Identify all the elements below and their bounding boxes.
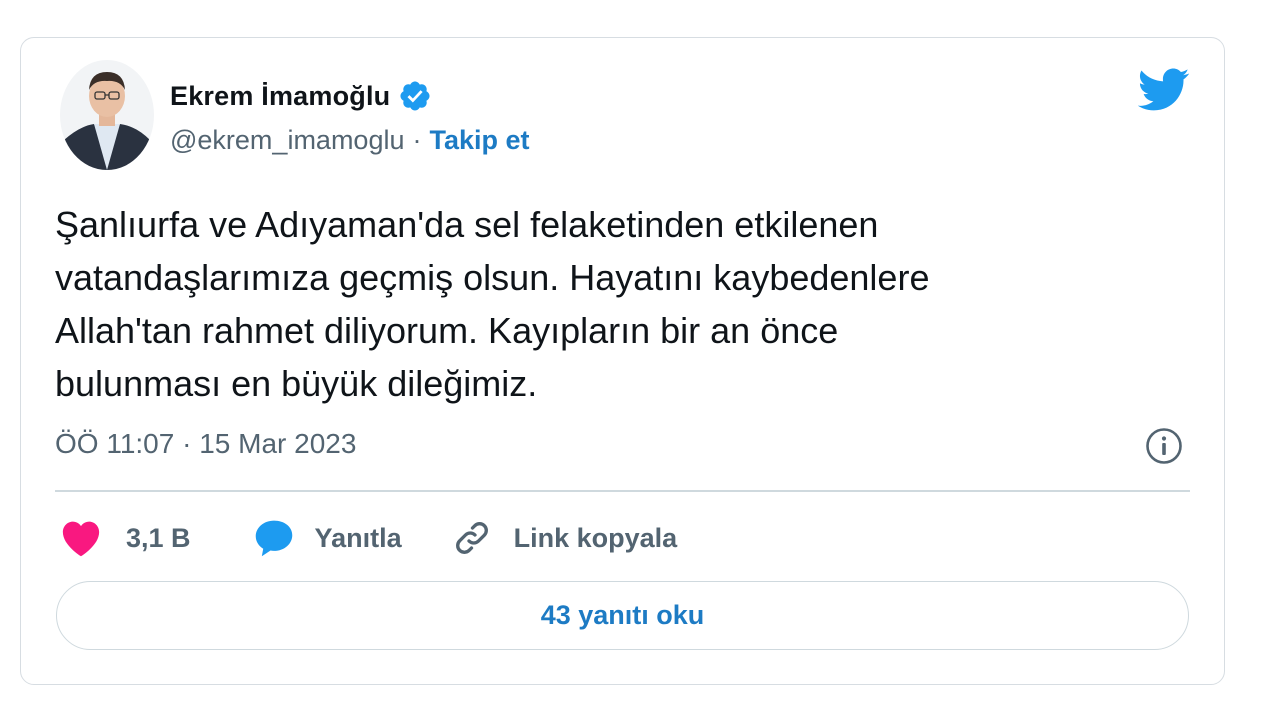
follow-button[interactable]: Takip et (429, 125, 529, 156)
twitter-bird-icon[interactable] (1138, 68, 1190, 112)
reply-label: Yanıtla (314, 522, 402, 553)
tweet-timestamp[interactable]: ÖÖ 11:07 · 15 Mar 2023 (55, 428, 356, 460)
link-icon (455, 522, 488, 554)
action-bar: 3,1 B Yanıtla Link kopyala (60, 515, 677, 561)
info-icon[interactable] (1144, 426, 1184, 466)
read-replies-label: 43 yanıtı oku (540, 600, 705, 630)
reply-bubble-icon (255, 520, 292, 557)
divider (55, 490, 1190, 492)
author-avatar[interactable] (60, 60, 154, 170)
author-name[interactable]: Ekrem İmamoğlu (170, 81, 390, 112)
author-name-row: Ekrem İmamoğlu (170, 78, 432, 114)
author-handle-row: @ekrem_imamoglu · Takip et (170, 122, 530, 158)
tweet-text: Şanlıurfa ve Adıyaman'da sel felaketinde… (55, 204, 930, 404)
copy-link-button[interactable]: Link kopyala (452, 518, 678, 558)
author-handle[interactable]: @ekrem_imamoglu (170, 125, 404, 156)
like-button[interactable]: 3,1 B (60, 519, 253, 557)
heart-icon (62, 521, 100, 557)
verified-badge-icon (400, 81, 430, 111)
read-replies-button[interactable]: 43 yanıtı oku (56, 581, 1189, 650)
like-count: 3,1 B (126, 522, 191, 553)
copy-link-label: Link kopyala (513, 522, 678, 553)
reply-button[interactable]: Yanıtla (253, 518, 452, 558)
separator-dot: · (412, 124, 422, 155)
